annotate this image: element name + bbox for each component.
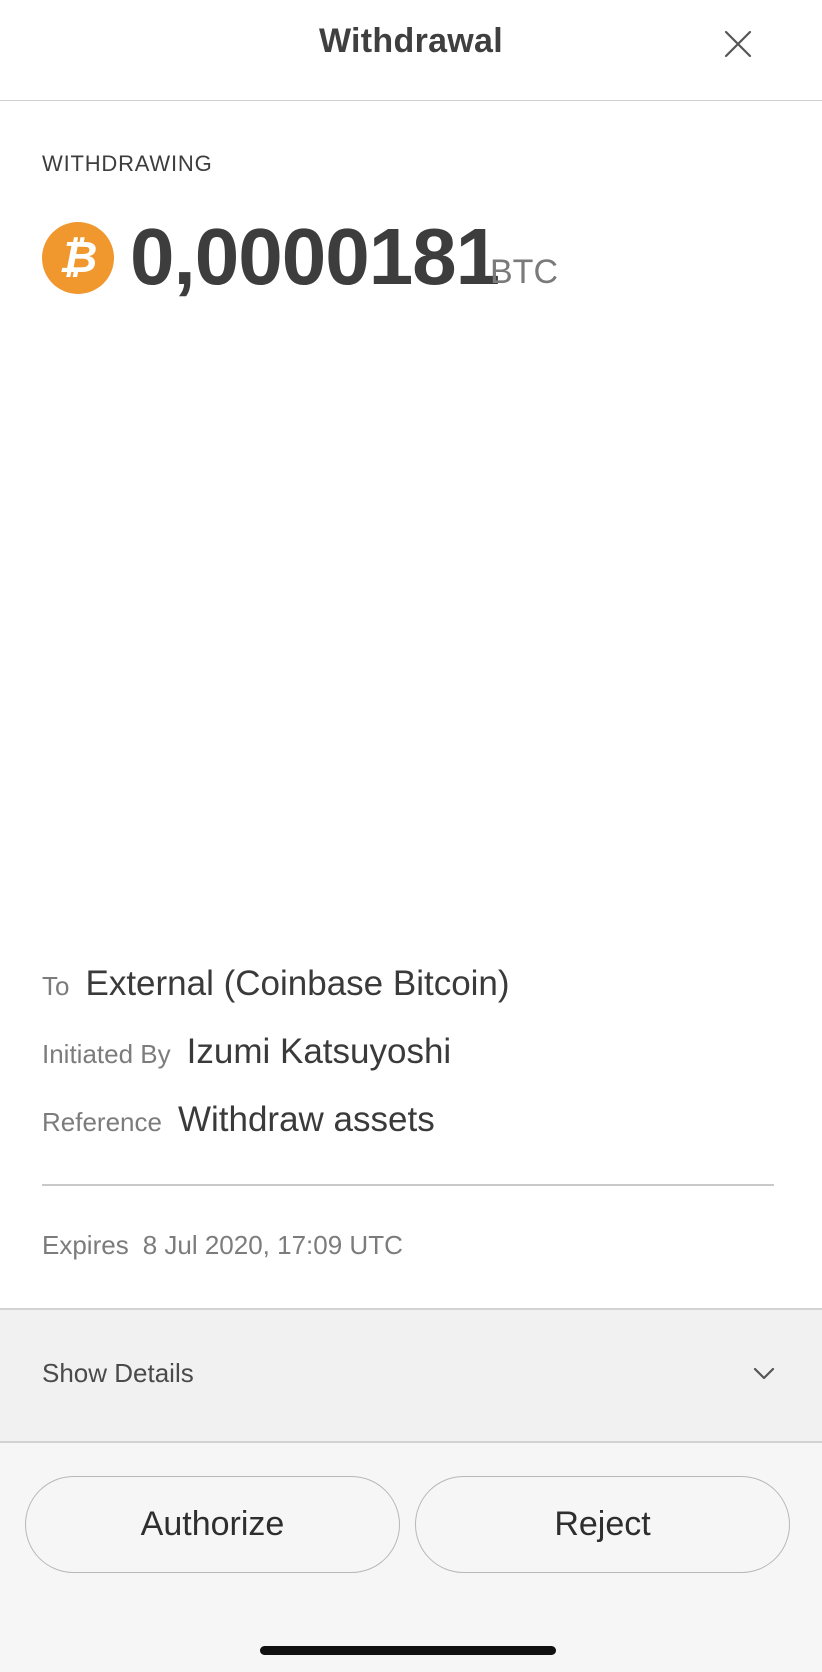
expires-value: 8 Jul 2020, 17:09 UTC (142, 1230, 403, 1260)
authorize-button[interactable]: Authorize (25, 1476, 400, 1573)
detail-row-reference: Reference Withdraw assets (42, 1100, 782, 1144)
detail-row-initiated-by: Initiated By Izumi Katsuyoshi (42, 1032, 782, 1076)
action-footer: Authorize Reject (0, 1443, 822, 1672)
initiated-by-label: Initiated By (42, 1039, 171, 1069)
close-button[interactable] (718, 22, 758, 66)
withdrawing-label: WITHDRAWING (42, 151, 213, 176)
bitcoin-icon: ₿ (42, 222, 114, 294)
bitcoin-glyph: ₿ (58, 233, 98, 282)
amount-unit: BTC (490, 253, 558, 291)
chevron-down-icon (753, 1367, 775, 1380)
divider (42, 1184, 774, 1186)
expires-row: Expires 8 Jul 2020, 17:09 UTC (42, 1230, 403, 1261)
detail-row-to: To External (Coinbase Bitcoin) (42, 964, 782, 1008)
amount-row: ₿ 0,0000181 BTC (42, 212, 802, 302)
reference-label: Reference (42, 1107, 162, 1137)
initiated-by-value: Izumi Katsuyoshi (186, 1032, 452, 1071)
home-indicator[interactable] (260, 1646, 556, 1655)
reference-value: Withdraw assets (177, 1100, 435, 1139)
show-details-label: Show Details (42, 1358, 194, 1388)
close-icon (724, 30, 752, 58)
show-details-toggle[interactable]: Show Details (0, 1308, 822, 1443)
amount-value: 0,0000181 (130, 212, 500, 301)
to-label: To (42, 971, 70, 1001)
reject-button[interactable]: Reject (415, 1476, 790, 1573)
page-title: Withdrawal (318, 22, 504, 60)
to-value: External (Coinbase Bitcoin) (85, 964, 510, 1003)
header: Withdrawal (0, 0, 822, 101)
expires-label: Expires (42, 1230, 129, 1260)
